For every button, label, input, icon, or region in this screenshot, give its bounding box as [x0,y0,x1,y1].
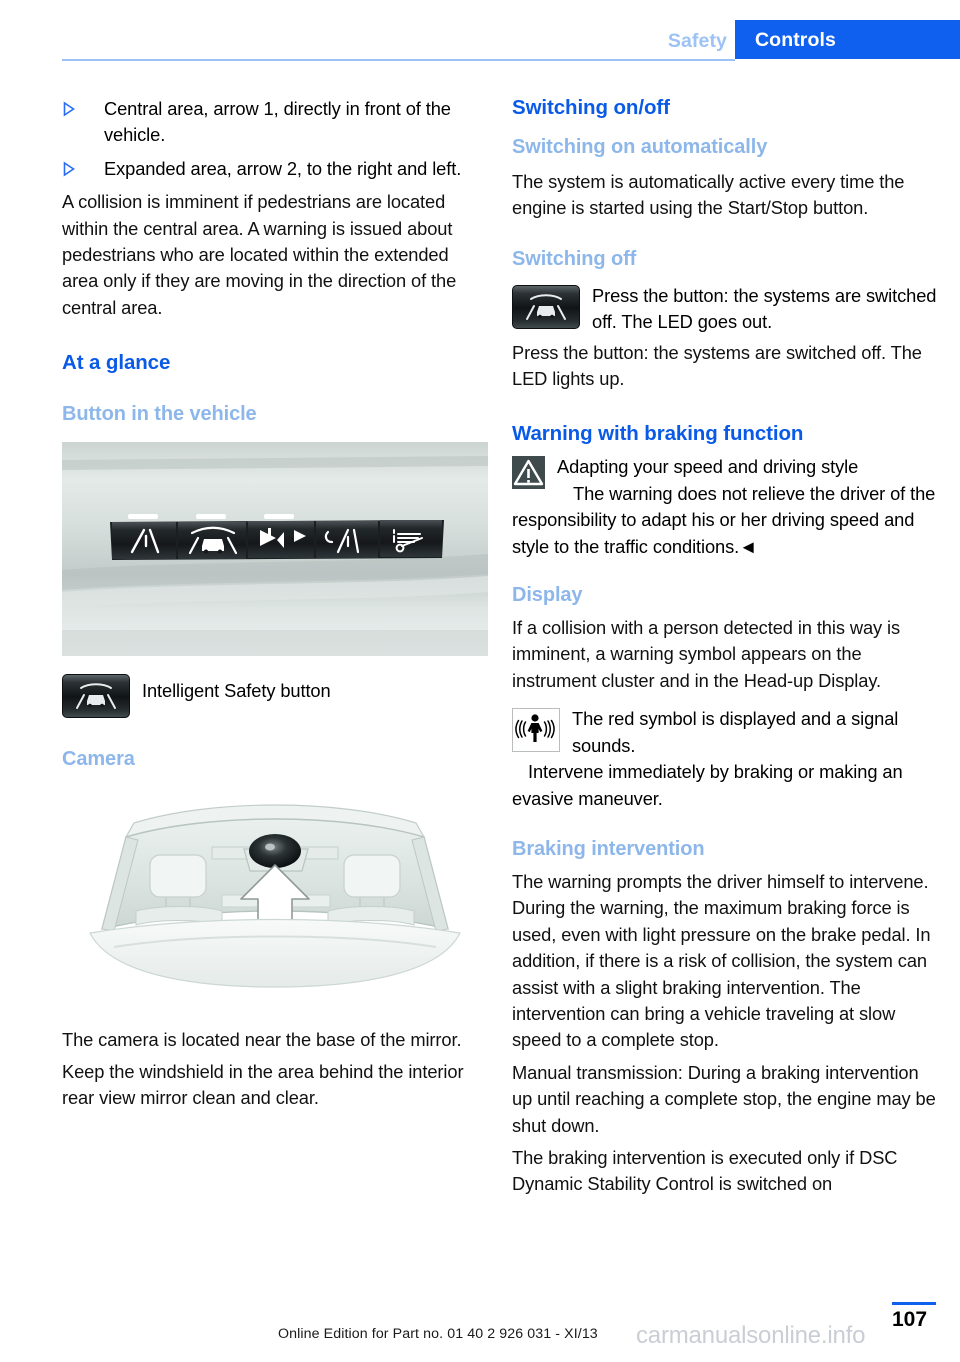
footer-edition-text: Online Edition for Part no. 01 40 2 926 … [278,1326,598,1342]
icon-slot [512,284,580,329]
list-item-label: Expanded area, arrow 2, to the right and… [104,157,462,179]
heading-warning-with-braking-function: Warning with braking function [512,422,804,446]
heading-switching-off: Switching off [512,247,637,270]
paragraph-camera-location: The camera is located near the base of t… [62,1029,462,1051]
warning-triangle-icon [512,456,545,490]
warning-notice-block: Adapting your speed and driving style Th… [512,454,938,560]
detection-areas-list: Central area, arrow 1, directly in front… [62,96,488,182]
footer-page-rule [892,1302,936,1305]
list-item: Central area, arrow 1, directly in front… [62,96,488,149]
switching-off-icon-row: Press the button: the systems are switch… [512,283,938,336]
red-symbol-block: The red symbol is displayed and a signal… [512,706,938,812]
heading-switching-on-automatically: Switching on automatically [512,136,768,158]
heading-at-a-glance: At a glance [62,351,171,375]
paragraph-red-symbol: The red symbol is displayed and a signal… [572,708,899,756]
pedestrian-warning-symbol-icon [512,708,560,753]
header-section-block: Controls [735,20,960,59]
icon-slot [62,674,130,719]
heading-braking-intervention: Braking intervention [512,837,705,860]
heading-display: Display [512,584,583,607]
paragraph-press-button-led-up: Press the button: the systems are switch… [512,341,922,390]
header-section-label: Controls [755,29,836,51]
paragraph-display: If a collision with a person detected in… [512,617,901,691]
paragraph-windshield-clean: Keep the windshield in the area behind t… [62,1060,464,1109]
triangle-right-outline-icon [62,157,76,181]
intelligent-safety-button-icon [512,284,580,329]
page-header: Safety Controls [0,0,960,66]
figure-camera-location [62,787,488,1010]
paragraph-intervene: Intervene immediately by braking or maki… [512,761,903,809]
paragraph-braking-1: The warning prompts the driver himself t… [512,870,931,1051]
right-column: Switching on/off Switching on automatica… [512,96,938,1198]
figure-button-in-vehicle [62,442,488,657]
paragraph-switch-on-automatic: The system is automatically active every… [512,171,905,219]
icon-slot [512,708,560,753]
paragraph-braking-2: Manual transmission: During a braking in… [512,1061,936,1136]
intelligent-safety-button-icon [62,674,130,719]
heading-button-in-the-vehicle: Button in the vehicle [62,403,257,426]
watermark-text: carmanualsonline.info [636,1322,866,1349]
icon-slot [512,456,545,490]
intelligent-safety-button-row: Intelligent Safety button [62,672,488,719]
page-number: 107 [892,1308,928,1331]
paragraph-collision-imminent: A collision is imminent if pedestrians a… [62,191,457,318]
warning-body: The warning does not relieve the driver … [512,482,936,557]
warning-title: Adapting your speed and driving style [557,456,859,478]
triangle-right-outline-icon [62,97,76,121]
header-divider-rule [62,59,735,61]
header-chapter-label: Safety [667,30,727,52]
heading-switching-on-off: Switching on/off [512,96,670,119]
paragraph-braking-3: The braking intervention is executed onl… [512,1146,898,1195]
heading-camera: Camera [62,748,135,771]
list-item: Expanded area, arrow 2, to the right and… [62,156,488,182]
left-column: Central area, arrow 1, directly in front… [62,96,488,1111]
list-item-label: Central area, arrow 1, directly in front… [104,98,451,146]
